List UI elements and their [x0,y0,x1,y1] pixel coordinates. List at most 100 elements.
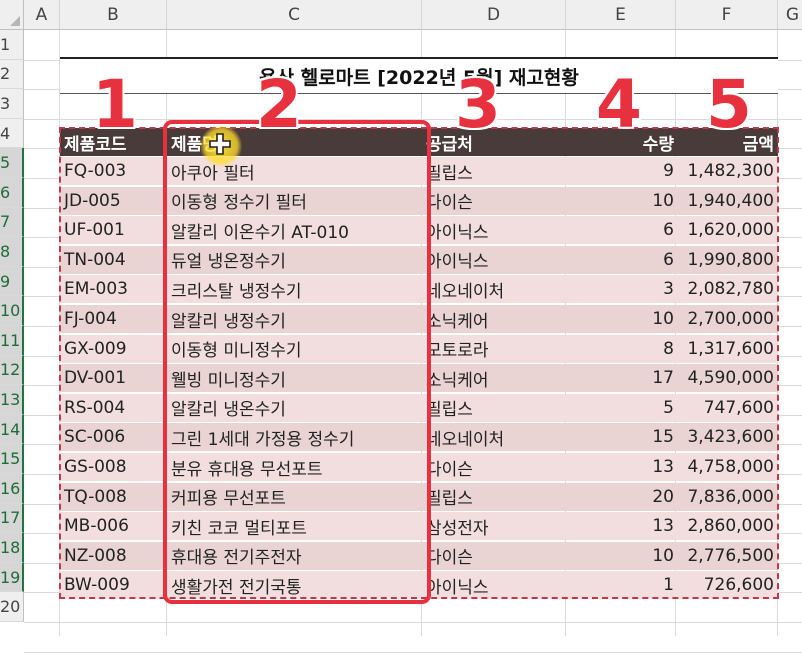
row-header-6[interactable]: 6 [0,178,24,208]
cell-quantity[interactable]: 13 [566,512,674,540]
row-header-10[interactable]: 10 [0,296,24,326]
cell-product-name[interactable]: 듀얼 냉온정수기 [171,246,421,274]
cell-quantity[interactable]: 6 [566,246,674,274]
table-row[interactable]: GS-008 분유 휴대용 무선포트 다이슨 13 4,758,000 [60,453,778,481]
cell-quantity[interactable]: 9 [566,157,674,185]
cell-supplier[interactable]: 필립스 [426,394,566,422]
spreadsheet[interactable]: ABCDEFG 1 2 3 4 5 6 7 8 9 10 11 12 13 14 15 16 17 18 19 20 … [0,0,802,653]
cell-product-code[interactable]: TN-004 [64,246,164,274]
table-row[interactable]: SC-006 그린 1세대 가정용 정수기 네오네이처 15 3,423,600 [60,423,778,452]
cell-product-name[interactable]: 알칼리 냉정수기 [171,305,421,333]
cell-quantity[interactable]: 6 [566,216,674,244]
cell-quantity[interactable]: 10 [566,542,674,570]
cell-product-name[interactable]: 그린 1세대 가정용 정수기 [171,423,421,451]
cell-amount[interactable]: 7,836,000 [676,483,774,511]
table-row[interactable]: GX-009 이동형 미니정수기 모토로라 8 1,317,600 [60,334,778,363]
cell-amount[interactable]: 4,590,000 [676,364,774,392]
cell-product-name[interactable]: 생활가전 전기국통 [171,571,421,599]
row-header-18[interactable]: 18 [0,533,24,563]
cell-supplier[interactable]: 네오네이처 [426,423,566,451]
column-header-g[interactable]: G [778,0,802,30]
table-row[interactable]: TQ-008 커피용 무선포트 필립스 20 7,836,000 [60,482,778,511]
table-row[interactable]: DV-001 웰빙 미니정수기 소닉케어 17 4,590,000 [60,364,778,393]
table-row[interactable]: NZ-008 휴대용 전기주전자 다이슨 10 2,776,500 [60,541,778,570]
table-row[interactable]: RS-004 알칼리 냉온수기 필립스 5 747,600 [60,393,778,422]
select-all-corner[interactable] [0,0,24,30]
cell-product-name[interactable]: 알칼리 냉온수기 [171,394,421,422]
cell-supplier[interactable]: 모토로라 [426,335,566,363]
cell-amount[interactable]: 1,482,300 [676,157,774,185]
cell-amount[interactable]: 726,600 [676,571,774,599]
cell-product-code[interactable]: FJ-004 [64,305,164,333]
cell-product-name[interactable]: 분유 휴대용 무선포트 [171,453,421,481]
cell-quantity[interactable]: 3 [566,275,674,303]
cell-amount[interactable]: 4,758,000 [676,453,774,481]
cell-supplier[interactable]: 필립스 [426,483,566,511]
row-header-12[interactable]: 12 [0,355,24,386]
table-row[interactable]: UF-001 알칼리 이온수기 AT-010 아이닉스 6 1,620,000 [60,216,778,245]
cell-supplier[interactable]: 다이슨 [426,453,566,481]
cell-amount[interactable]: 2,700,000 [676,305,774,333]
row-header-1[interactable]: 1 [0,30,24,60]
table-row[interactable]: BW-009 생활가전 전기국통 아이닉스 1 726,600 [60,571,778,600]
row-header-3[interactable]: 3 [0,89,24,119]
cell-product-name[interactable]: 키친 코코 멀티포트 [171,512,421,540]
row-header-8[interactable]: 8 [0,237,24,267]
cell-product-name[interactable]: 크리스탈 냉정수기 [171,275,421,303]
cell-amount[interactable]: 1,990,800 [676,246,774,274]
cell-amount[interactable]: 3,423,600 [676,423,774,451]
cell-product-code[interactable]: BW-009 [64,571,164,599]
cell-supplier[interactable]: 필립스 [426,157,566,185]
row-header-14[interactable]: 14 [0,414,24,445]
cell-amount[interactable]: 1,940,400 [676,187,774,215]
cell-supplier[interactable]: 아이닉스 [426,246,566,274]
cell-product-name[interactable]: 이동형 미니정수기 [171,335,421,363]
cell-product-code[interactable]: SC-006 [64,423,164,451]
row-header-9[interactable]: 9 [0,266,24,297]
cell-product-code[interactable]: GS-008 [64,453,164,481]
cell-quantity[interactable]: 5 [566,394,674,422]
cell-product-code[interactable]: RS-004 [64,394,164,422]
cell-quantity[interactable]: 10 [566,305,674,333]
cell-amount[interactable]: 2,776,500 [676,542,774,570]
row-header-7[interactable]: 7 [0,207,24,238]
cell-product-name[interactable]: 휴대용 전기주전자 [171,542,421,570]
cell-product-code[interactable]: DV-001 [64,364,164,392]
cell-product-code[interactable]: MB-006 [64,512,164,540]
table-row[interactable]: TN-004 듀얼 냉온정수기 아이닉스 6 1,990,800 [60,245,778,274]
cell-supplier[interactable]: 소닉케어 [426,305,566,333]
cell-product-code[interactable]: TQ-008 [64,483,164,511]
cell-quantity[interactable]: 20 [566,483,674,511]
row-header-16[interactable]: 16 [0,474,24,504]
cell-amount[interactable]: 1,317,600 [676,335,774,363]
cell-amount[interactable]: 747,600 [676,394,774,422]
cell-amount[interactable]: 2,860,000 [676,512,774,540]
row-header-13[interactable]: 13 [0,385,24,415]
cell-quantity[interactable]: 8 [566,335,674,363]
row-header-2[interactable]: 2 [0,59,24,90]
cell-supplier[interactable]: 아이닉스 [426,216,566,244]
table-row[interactable]: FJ-004 알칼리 냉정수기 소닉케어 10 2,700,000 [60,305,778,333]
cell-product-code[interactable]: NZ-008 [64,542,164,570]
column-header-b[interactable]: B [60,0,167,30]
row-header-17[interactable]: 17 [0,503,24,534]
cell-quantity[interactable]: 15 [566,423,674,451]
row-header-4[interactable]: 4 [0,118,24,149]
cell-product-name[interactable]: 커피용 무선포트 [171,483,421,511]
cell-supplier[interactable]: 다이슨 [426,542,566,570]
cell-quantity[interactable]: 1 [566,571,674,599]
table-row[interactable]: EM-003 크리스탈 냉정수기 네오네이처 3 2,082,780 [60,275,778,304]
column-header-c[interactable]: C [167,0,422,30]
cell-product-name[interactable]: 웰빙 미니정수기 [171,364,421,392]
cell-amount[interactable]: 2,082,780 [676,275,774,303]
cell-product-code[interactable]: UF-001 [64,216,164,244]
report-title[interactable]: 용산 헬로마트 [2022년 5월] 재고현황 [60,57,778,94]
cell-product-code[interactable]: JD-005 [64,187,164,215]
row-header-5[interactable]: 5 [0,148,24,178]
column-header-a[interactable]: A [24,0,60,30]
cell-quantity[interactable]: 13 [566,453,674,481]
cell-product-name[interactable]: 알칼리 이온수기 AT-010 [171,216,421,244]
cell-product-code[interactable]: FQ-003 [64,157,164,185]
cell-supplier[interactable]: 네오네이처 [426,275,566,303]
row-header-15[interactable]: 15 [0,444,24,474]
